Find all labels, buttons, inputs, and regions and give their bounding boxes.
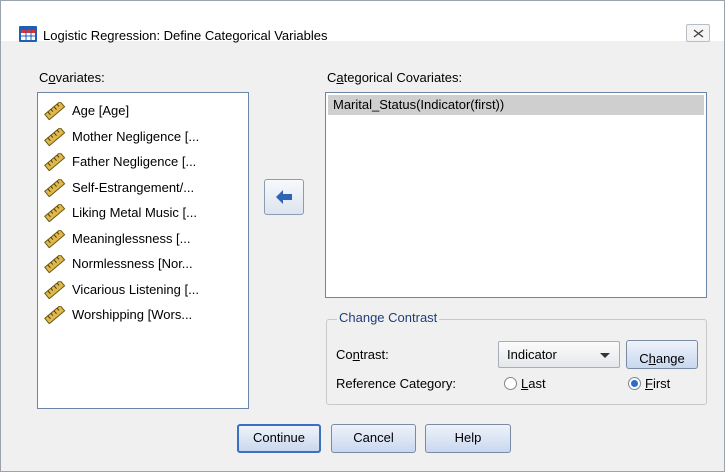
- reference-category-label: Reference Category:: [336, 376, 456, 391]
- list-item-label: Self-Estrangement/...: [72, 179, 195, 195]
- list-item[interactable]: Liking Metal Music [...: [44, 203, 244, 223]
- scale-ruler-icon: [44, 229, 66, 248]
- contrast-label: Contrast:: [336, 347, 389, 362]
- list-item-label: Age [Age]: [72, 103, 130, 118]
- list-item-label: Vicarious Listening [...: [72, 281, 199, 297]
- radio-first-label: First: [645, 376, 671, 391]
- contrast-select[interactable]: Indicator: [498, 341, 620, 368]
- close-icon: [693, 29, 704, 38]
- change-button[interactable]: Change: [626, 340, 698, 369]
- contrast-select-value: Indicator: [507, 347, 557, 362]
- list-item[interactable]: Vicarious Listening [...: [44, 280, 244, 300]
- list-item[interactable]: Meaninglessness [...: [44, 229, 244, 249]
- arrow-left-icon: [276, 190, 292, 204]
- list-item[interactable]: Marital_Status(Indicator(first)): [328, 95, 704, 115]
- list-item-label: Normlessness [Nor...: [72, 256, 193, 271]
- scale-ruler-icon: [44, 102, 66, 120]
- scale-ruler-icon: [44, 178, 66, 197]
- scale-ruler-icon: [44, 280, 66, 299]
- list-item-label: Father Negligence [...: [72, 154, 197, 169]
- scale-ruler-icon: [44, 204, 66, 222]
- list-item-label: Liking Metal Music [...: [72, 205, 197, 220]
- list-item-label: Mother Negligence [...: [72, 128, 200, 144]
- title-bar: Logistic Regression: Define Categorical …: [1, 1, 724, 43]
- list-item[interactable]: Father Negligence [...: [44, 152, 244, 172]
- list-item[interactable]: Age [Age]: [44, 101, 244, 121]
- radio-first[interactable]: [628, 377, 641, 390]
- chevron-down-icon: [600, 353, 610, 358]
- list-item[interactable]: Normlessness [Nor...: [44, 254, 244, 274]
- covariates-list[interactable]: Age [Age] Mother Negligence [... Father Ne…: [37, 92, 249, 409]
- list-item-label: Marital_Status(Indicator(first)): [333, 97, 505, 112]
- change-contrast-title: Change Contrast: [337, 310, 440, 325]
- list-item[interactable]: Worshipping [Wors...: [44, 305, 244, 325]
- scale-ruler-icon: [44, 153, 66, 171]
- scale-ruler-icon: [44, 306, 66, 324]
- spss-table-icon: [19, 26, 37, 42]
- radio-last-label: Last: [521, 376, 546, 391]
- cancel-button[interactable]: Cancel: [331, 424, 416, 453]
- categorical-covariates-label: Categorical Covariates:: [327, 70, 463, 85]
- list-item[interactable]: Mother Negligence [...: [44, 127, 244, 147]
- list-item-label: Worshipping [Wors...: [72, 307, 193, 322]
- list-item[interactable]: Self-Estrangement/...: [44, 178, 244, 198]
- scale-ruler-icon: [44, 127, 66, 146]
- window-title: Logistic Regression: Define Categorical …: [43, 28, 328, 43]
- help-button[interactable]: Help: [425, 424, 511, 453]
- categorical-covariates-list[interactable]: Marital_Status(Indicator(first)): [325, 92, 707, 298]
- covariates-label: Covariates:: [39, 70, 105, 85]
- radio-last[interactable]: [504, 377, 517, 390]
- scale-ruler-icon: [44, 255, 66, 273]
- close-button[interactable]: [686, 24, 710, 42]
- dialog-window: Logistic Regression: Define Categorical …: [0, 0, 725, 472]
- continue-button[interactable]: Continue: [237, 424, 321, 453]
- list-item-label: Meaninglessness [...: [72, 230, 191, 246]
- move-back-button[interactable]: [264, 179, 304, 215]
